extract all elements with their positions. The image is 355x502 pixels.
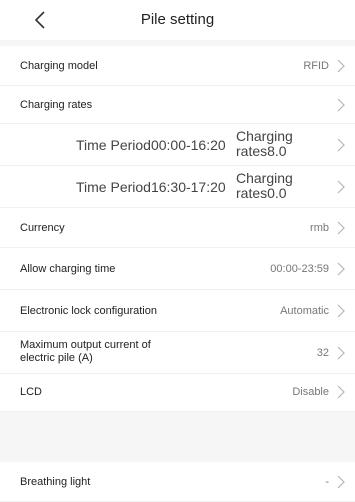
- row-label: Maximum output current of electric pile …: [20, 339, 151, 364]
- chevron-right-icon: [337, 221, 345, 235]
- row-label: Allow charging time: [20, 263, 116, 275]
- rate-period-time: Time Period00:00-16:20: [76, 137, 226, 153]
- row-value: Automatic: [280, 305, 329, 317]
- row-value: RFID: [303, 60, 329, 72]
- row-label: LCD: [20, 386, 43, 398]
- row-label: Electronic lock configuration: [20, 305, 157, 317]
- rate-period-item[interactable]: Time Period16:30-17:20 Charging rates0.0: [0, 166, 355, 208]
- chevron-right-icon: [337, 59, 345, 73]
- chevron-right-icon: [337, 98, 345, 112]
- page-title: Pile setting: [140, 11, 215, 28]
- chevron-right-icon: [337, 475, 345, 489]
- chevron-right-icon: [337, 180, 345, 194]
- row-charging-rates[interactable]: Charging rates: [0, 86, 355, 124]
- rate-period-item[interactable]: Time Period00:00-16:20 Charging rates8.0: [0, 124, 355, 166]
- row-allow-charging-time[interactable]: Allow charging time 00:00-23:59: [0, 248, 355, 290]
- row-electronic-lock[interactable]: Electronic lock configuration Automatic: [0, 290, 355, 332]
- rate-period-value: Charging rates8.0: [236, 128, 293, 159]
- row-label: Charging model: [20, 60, 98, 72]
- row-breathing-light[interactable]: Breathing light -: [0, 462, 355, 502]
- settings-list: Charging model RFID Charging rates Time …: [0, 46, 355, 502]
- row-charging-model[interactable]: Charging model RFID: [0, 46, 355, 86]
- chevron-right-icon: [337, 304, 345, 318]
- row-value: rmb: [310, 222, 329, 234]
- row-value: 00:00-23:59: [270, 263, 329, 275]
- row-value: -: [325, 476, 329, 488]
- chevron-right-icon: [337, 262, 345, 276]
- section-spacer: [0, 412, 355, 462]
- rate-period-time: Time Period16:30-17:20: [76, 179, 226, 195]
- rate-period-value: Charging rates0.0: [236, 170, 293, 201]
- chevron-right-icon: [337, 138, 345, 152]
- row-label: Currency: [20, 222, 65, 234]
- chevron-right-icon: [337, 385, 345, 399]
- header-bar: Pile setting: [0, 0, 355, 40]
- row-currency[interactable]: Currency rmb: [0, 208, 355, 248]
- row-max-output-current[interactable]: Maximum output current of electric pile …: [0, 332, 355, 374]
- chevron-right-icon: [337, 346, 345, 360]
- row-label: Charging rates: [20, 99, 93, 111]
- row-lcd[interactable]: LCD Disable: [0, 374, 355, 412]
- row-value: Disable: [292, 386, 329, 398]
- row-value: 32: [316, 347, 329, 359]
- row-label: Breathing light: [20, 476, 91, 488]
